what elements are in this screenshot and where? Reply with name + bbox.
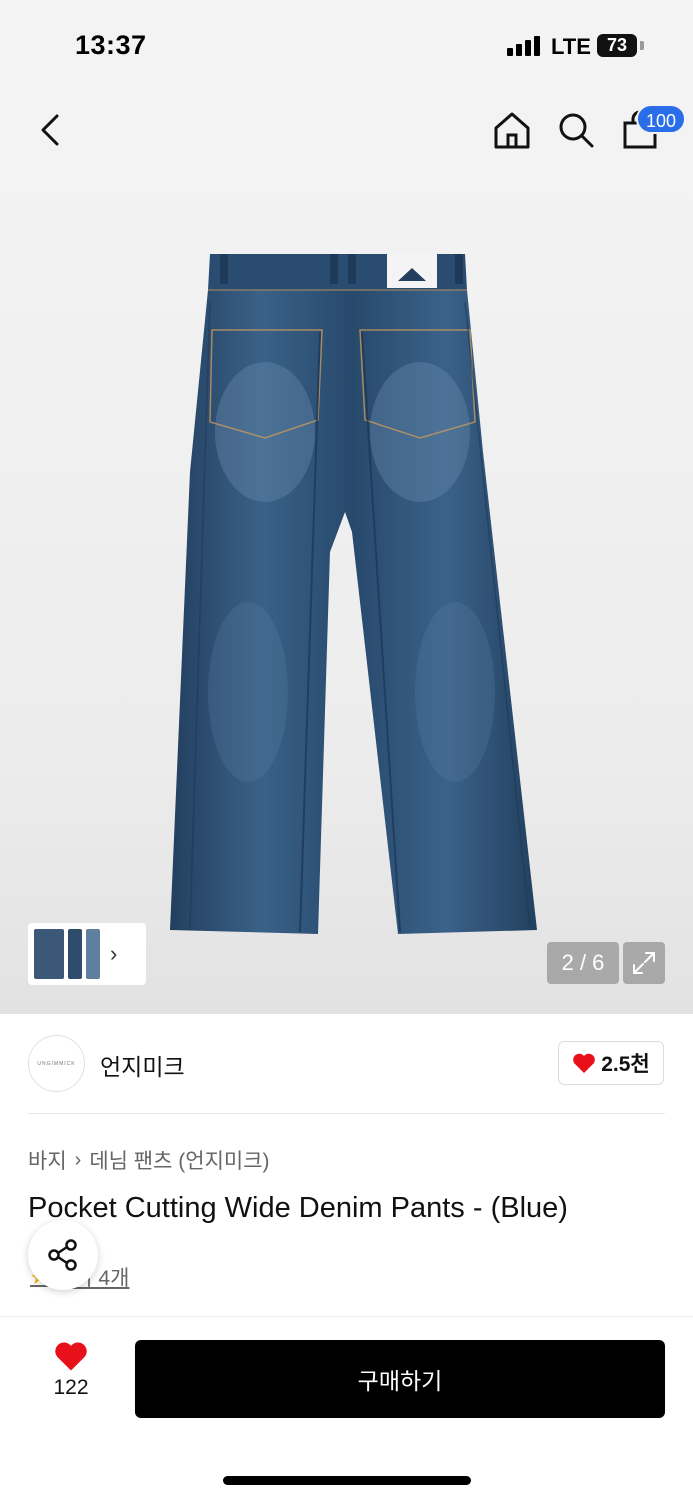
network-label: LTE bbox=[551, 34, 591, 59]
heart-icon bbox=[55, 1342, 87, 1371]
search-icon bbox=[559, 113, 594, 148]
brand-name[interactable]: 언지미크 bbox=[100, 1048, 185, 1082]
search-button[interactable] bbox=[554, 108, 598, 152]
divider bbox=[28, 1113, 665, 1114]
brand-row[interactable]: UNGIMMICK 언지미크 2.5천 bbox=[0, 1014, 693, 1114]
thumbnail-image[interactable] bbox=[34, 929, 64, 979]
wishlist-count: 122 bbox=[53, 1376, 89, 1399]
share-icon bbox=[48, 1239, 77, 1271]
image-counter: 2 / 6 bbox=[547, 942, 619, 984]
heart-icon bbox=[573, 1053, 596, 1073]
chevron-right-icon[interactable]: › bbox=[110, 941, 117, 967]
brand-logo[interactable]: UNGIMMICK bbox=[28, 1035, 85, 1092]
status-bar: 13:37 LTE 73 bbox=[0, 0, 693, 92]
wishlist-button[interactable]: 122 bbox=[40, 1340, 102, 1412]
thumbnail-image[interactable] bbox=[68, 929, 82, 979]
breadcrumb: 바지 › 데님 팬츠 (언지미크) bbox=[28, 1145, 270, 1175]
product-image-gallery[interactable] bbox=[0, 172, 693, 1014]
brand-like-count: 2.5천 bbox=[601, 1053, 650, 1076]
thumbnail-strip[interactable]: › bbox=[28, 923, 146, 985]
home-indicator[interactable] bbox=[223, 1476, 471, 1485]
expand-button[interactable] bbox=[623, 942, 665, 984]
expand-icon bbox=[633, 952, 655, 974]
cart-count-badge: 100 bbox=[636, 104, 687, 134]
buy-button[interactable]: 구매하기 bbox=[135, 1340, 665, 1418]
battery-icon: 73 bbox=[597, 34, 637, 57]
brand-like-button[interactable]: 2.5천 bbox=[558, 1041, 664, 1085]
share-button[interactable] bbox=[28, 1220, 98, 1290]
back-button[interactable] bbox=[30, 110, 70, 150]
battery-tip bbox=[640, 41, 644, 50]
breadcrumb-item[interactable]: 데님 팬츠 (언지미크) bbox=[89, 1145, 269, 1175]
product-title: Pocket Cutting Wide Denim Pants - (Blue) bbox=[28, 1192, 568, 1224]
signal-icon bbox=[507, 36, 540, 56]
breadcrumb-item[interactable]: 바지 bbox=[28, 1145, 67, 1175]
product-photo bbox=[170, 254, 537, 934]
home-icon bbox=[494, 112, 530, 149]
status-time: 13:37 bbox=[75, 30, 147, 60]
chevron-left-icon bbox=[41, 114, 59, 146]
thumbnail-image[interactable] bbox=[86, 929, 100, 979]
chevron-right-icon: › bbox=[74, 1148, 82, 1171]
home-button[interactable] bbox=[490, 108, 534, 152]
